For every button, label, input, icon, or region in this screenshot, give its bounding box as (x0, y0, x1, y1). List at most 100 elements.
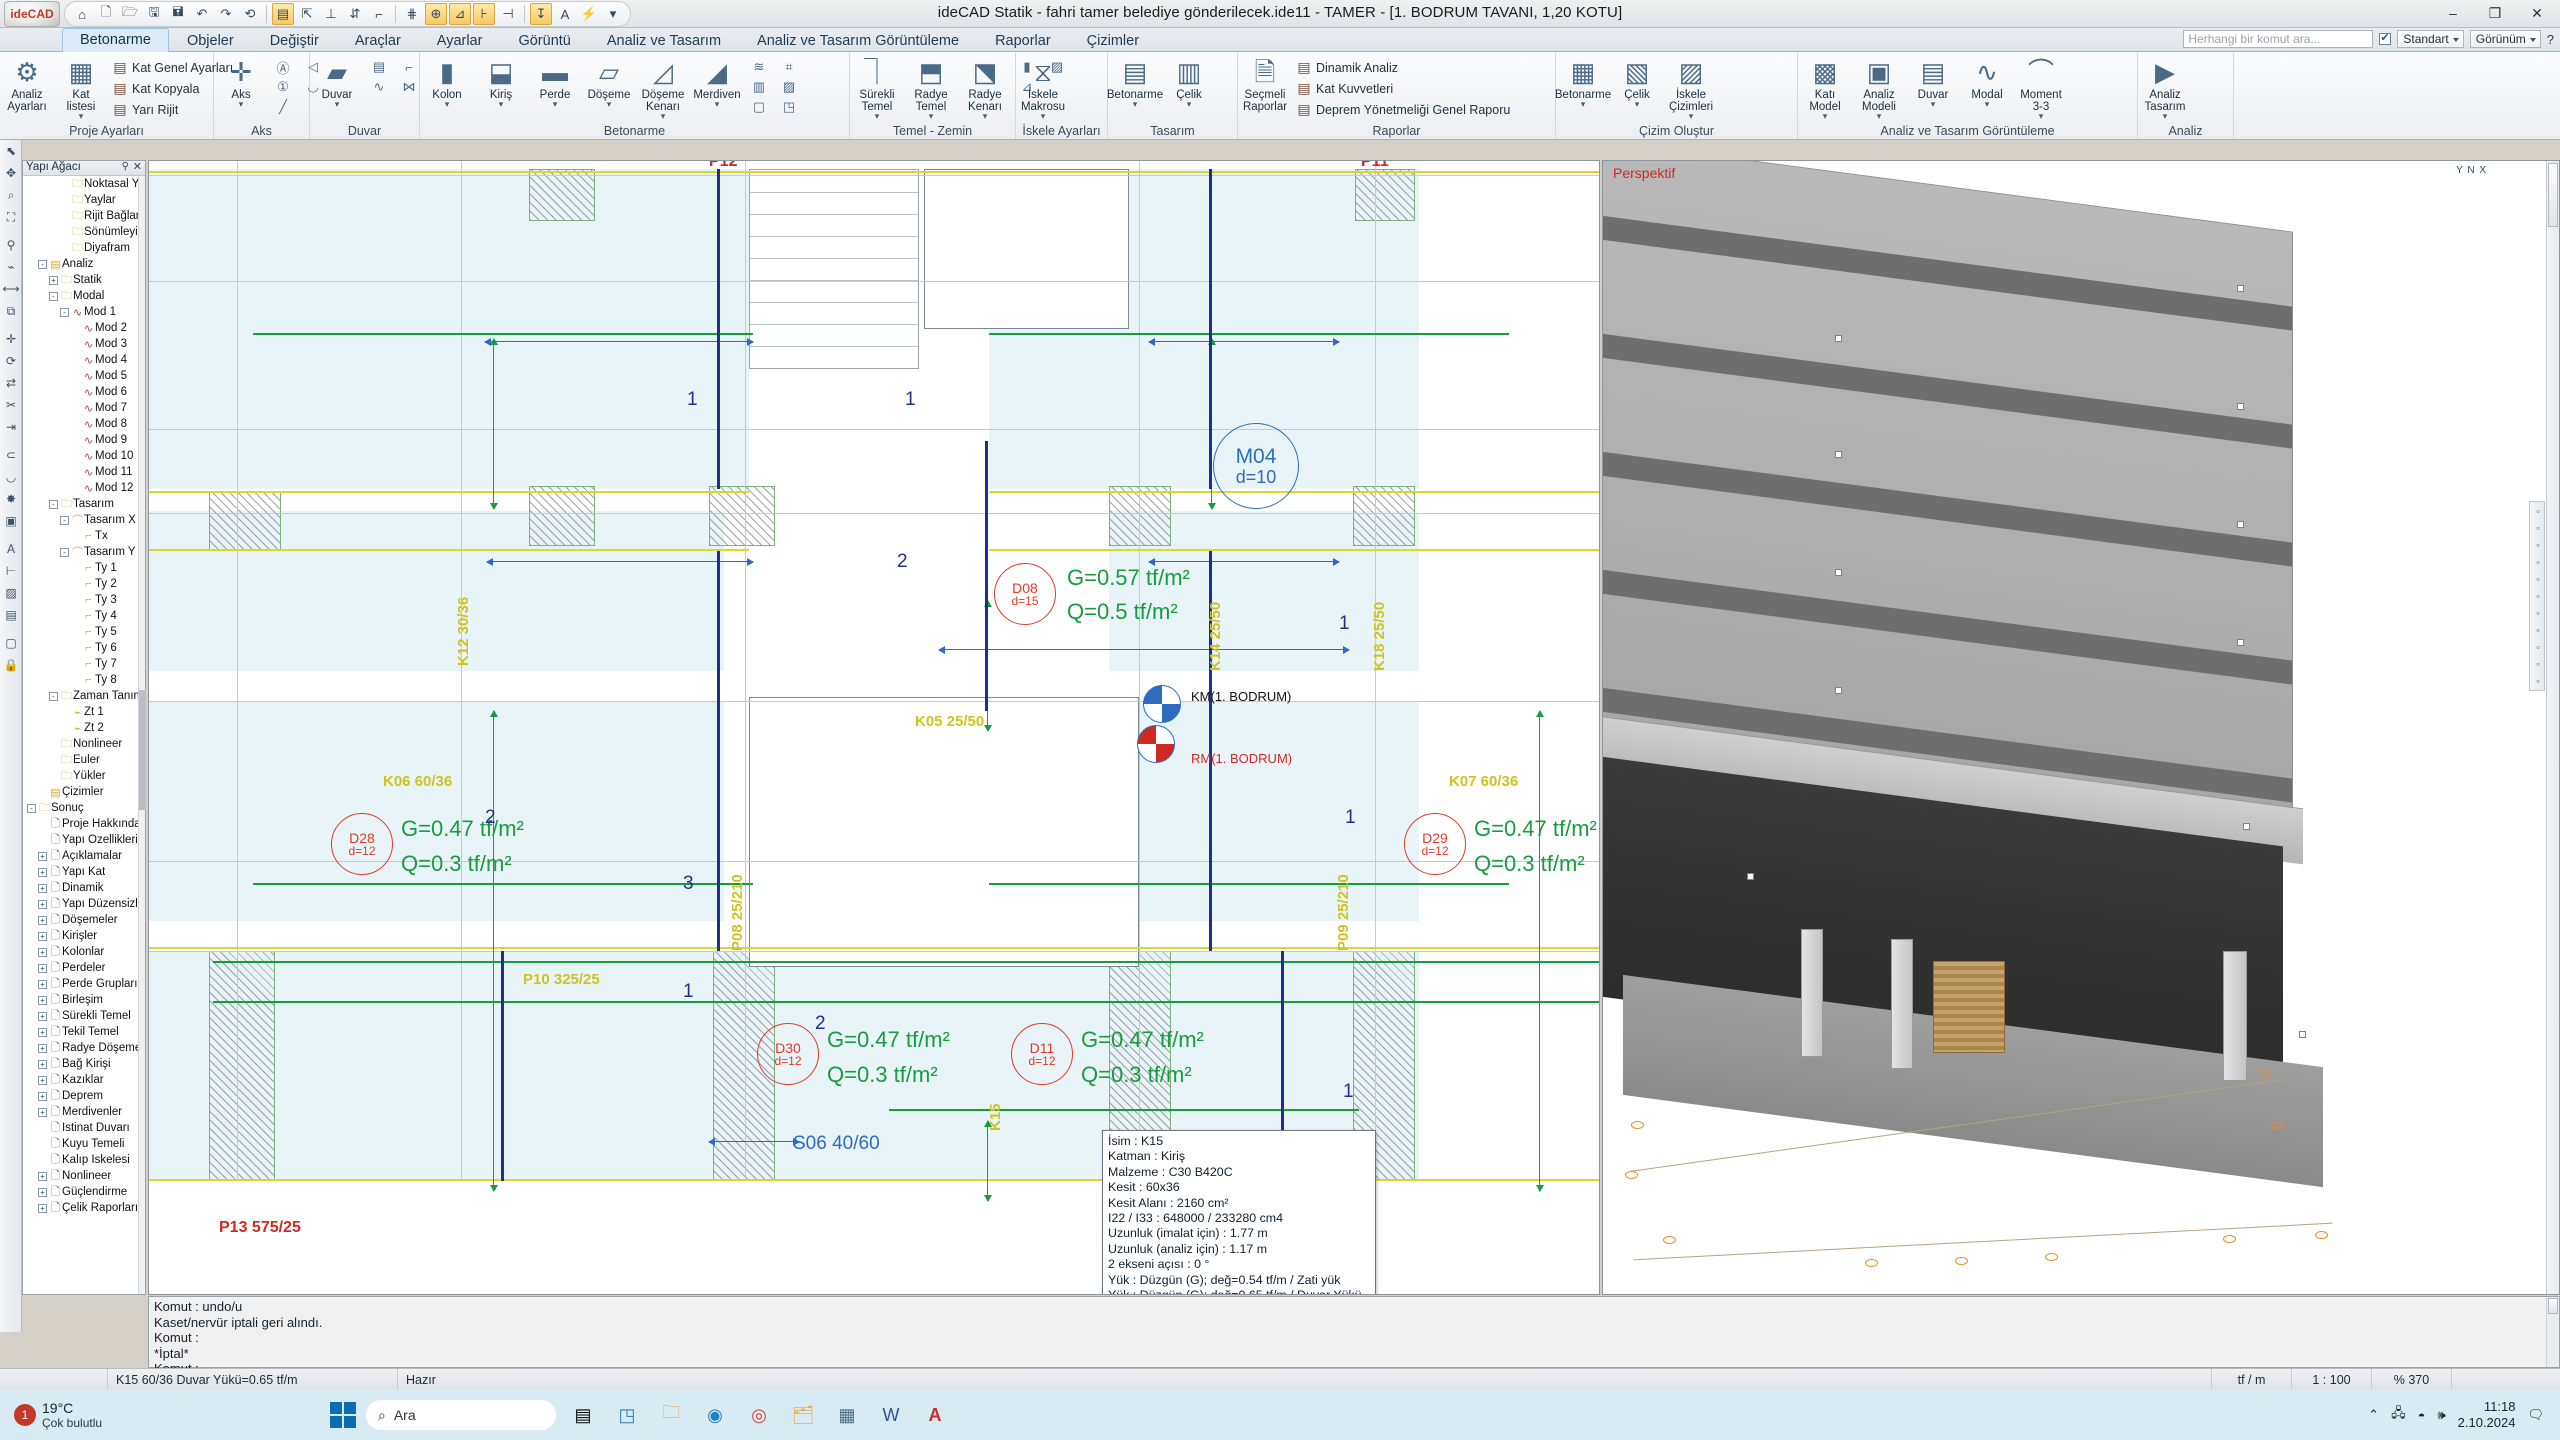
ribbon-small-button-kat-kuvvetleri[interactable]: ▤ Kat Kuvvetleri (1296, 78, 1510, 99)
tree-node[interactable]: ⌁ Zt 2 (23, 720, 138, 736)
tab-çizimler[interactable]: Çizimler (1069, 28, 1157, 52)
left-tool-palette[interactable]: ⬉ ✥ ⌕ ⛶ ⚲ ⌁ ⟷ ⧉ ✛ ⟳ ⇄ ✂ ⇥ ⊂ ◡ ✸ ▣ A ⊢ ▨ ▤ ▢ 🔒 (0, 140, 22, 1332)
chevron-up-icon[interactable]: ⌃ (2368, 1407, 2379, 1423)
tab-raporlar[interactable]: Raporlar (977, 28, 1069, 52)
dimension-icon[interactable]: ⊢ (0, 560, 22, 582)
wire-icon[interactable]: ▫ (2530, 587, 2546, 604)
trim-icon[interactable]: ✂ (0, 394, 22, 416)
ribbon-button-i-skele-makrosu[interactable]: ⧖ İskele Makrosu ▾ (1016, 55, 1070, 121)
tree-node[interactable]: + 🗋 Güçlendirme (23, 1184, 138, 1200)
tree-node[interactable]: ⌐ Ty 5 (23, 624, 138, 640)
tree-expander[interactable]: - (49, 691, 58, 701)
ribbon-button-perde[interactable]: ▬ Perde ▾ (528, 55, 582, 121)
tree-node[interactable]: + 🗋 Birleşim (23, 992, 138, 1008)
group-icon[interactable]: ▣ (0, 510, 22, 532)
ribbon-small-button-deprem-y-netmeli-i-genel-raporu[interactable]: ▤ Deprem Yönetmeliği Genel Raporu (1296, 99, 1510, 120)
calculator-icon[interactable]: ▦ (830, 1398, 864, 1432)
tree-expander[interactable]: + (38, 899, 47, 909)
close-button[interactable]: ✕ (2516, 0, 2558, 26)
tree-node[interactable]: ∿ Mod 6 (23, 384, 138, 400)
tree-expander[interactable]: + (38, 867, 47, 877)
taskbar-search[interactable]: ⌕ Ara (366, 1400, 556, 1430)
ribbon-button-betonarme[interactable]: ▦ Betonarme ▾ (1555, 55, 1611, 121)
tree-expander[interactable]: + (38, 1043, 47, 1053)
ribbon-button-kolon[interactable]: ▮ Kolon ▾ (420, 55, 474, 121)
workspace-select[interactable]: Standart (2397, 30, 2464, 48)
hash-icon[interactable]: ⌗ (774, 57, 804, 77)
tree-node[interactable]: ∿ Mod 12 (23, 480, 138, 496)
command-scrollbar[interactable] (2546, 1297, 2559, 1367)
tree-node[interactable]: + 🗋 Kolonlar (23, 944, 138, 960)
ribbon-button-d-eme-kenar-[interactable]: ◿ Döşeme Kenarı ▾ (636, 55, 690, 121)
tree-expander[interactable]: + (38, 1091, 47, 1101)
tree-node[interactable]: + 🗋 Açıklamalar (23, 848, 138, 864)
ribbon-button-aks[interactable]: ✛ Aks ▾ (214, 55, 268, 121)
tree-expander[interactable]: - (60, 515, 69, 525)
axis-number-icon[interactable]: ① (268, 77, 298, 97)
tree-node[interactable]: 🗋 Proje Hakkında (23, 816, 138, 832)
zoom-icon[interactable]: ▫ (2530, 536, 2546, 553)
home-icon[interactable]: ▫ (2530, 655, 2546, 672)
toggle-checkbox[interactable] (2379, 31, 2392, 45)
tree-node[interactable]: + 🗋 Deprem (23, 1088, 138, 1104)
tree-expander[interactable]: + (38, 1171, 47, 1181)
chevron-down-icon[interactable]: ▾ (875, 111, 880, 121)
ribbon-button-kat-listesi[interactable]: ▦ Kat listesi ▾ (54, 55, 108, 121)
windows-logo-icon[interactable] (330, 1402, 356, 1428)
perspective-scrollbar-thumb[interactable] (2548, 163, 2558, 227)
tree-node[interactable]: + 🗋 Tekil Temel (23, 1024, 138, 1040)
ribbon-button-merdiven[interactable]: ◢ Merdiven ▾ (690, 55, 744, 121)
command-search-input[interactable]: Herhangi bir komut ara... (2183, 30, 2374, 48)
tree-expander[interactable]: - (49, 291, 58, 301)
tree-node[interactable]: + 🗋 Döşemeler (23, 912, 138, 928)
match-prop-icon[interactable]: ⌁ (0, 256, 22, 278)
tree-expander[interactable]: + (38, 995, 47, 1005)
offset-icon[interactable]: ⊂ (0, 444, 22, 466)
command-scrollbar-thumb[interactable] (2548, 1298, 2558, 1314)
tree-expander[interactable]: + (38, 1203, 47, 1213)
move-icon[interactable]: ✛ (0, 328, 22, 350)
tree-node[interactable]: + 🗋 Kazıklar (23, 1072, 138, 1088)
tree-node[interactable]: ∿ Mod 4 (23, 352, 138, 368)
zoom-extents-icon[interactable]: ⛶ (0, 206, 22, 228)
tree-node[interactable]: ∿ Mod 10 (23, 448, 138, 464)
tree-expander[interactable]: + (38, 1011, 47, 1021)
chevron-down-icon[interactable]: ▾ (79, 111, 84, 121)
ribbon-tabs[interactable]: Betonarme Objeler Değiştir Araçlar Ayarlar Gö… (62, 28, 1157, 52)
tree-node[interactable]: 🗋 Kuyu Temeli (23, 1136, 138, 1152)
tree-expander[interactable]: + (38, 1107, 47, 1117)
ribbon-button-analiz-tasar-m[interactable]: ▶ Analiz Tasarım ▾ (2138, 55, 2192, 121)
volume-icon[interactable]: 🕪 (2437, 1407, 2445, 1423)
tree-node[interactable]: 🗋 Kalıp İskelesi (23, 1152, 138, 1168)
chevron-down-icon[interactable]: ▾ (445, 99, 450, 109)
acrobat-icon[interactable]: A (918, 1398, 952, 1432)
perspective-view[interactable]: Perspektif Y N X ▫ ▫ ▫ ▫ ▫ ▫ ▫ ▫ ▫ ▫ ▫ (1602, 160, 2560, 1295)
axis-circle-icon[interactable]: Ⓐ (268, 57, 298, 77)
ribbon-button-moment-3-3[interactable]: ⌒ Moment 3-3 ▾ (2014, 55, 2068, 121)
tree-node[interactable]: + 🗋 Çelik Raporları (23, 1200, 138, 1216)
tree-node[interactable]: - ⌒ Tasarım X (23, 512, 138, 528)
ribbon-button-modal[interactable]: ∿ Modal ▾ (1960, 55, 2014, 121)
chevron-down-icon[interactable]: ▾ (1041, 111, 1046, 121)
tree-node[interactable]: + 🗋 Dinamik (23, 880, 138, 896)
tree-node[interactable]: ⌁ Zt 1 (23, 704, 138, 720)
tree-node[interactable]: + 🗋 Kirişler (23, 928, 138, 944)
task-view-icon[interactable]: ▤ (566, 1398, 600, 1432)
tree-node[interactable]: ⌐ Tx (23, 528, 138, 544)
chevron-down-icon[interactable]: ▾ (1823, 111, 1828, 121)
block-icon[interactable]: ▢ (0, 632, 22, 654)
slab-hole-icon[interactable]: ▢ (744, 97, 774, 117)
select-icon[interactable]: ⬉ (0, 140, 22, 162)
notification-icon[interactable]: 🗨 (2527, 1407, 2544, 1423)
ribbon-button--elik[interactable]: ▥ Çelik ▾ (1162, 55, 1216, 121)
chevron-down-icon[interactable]: ▾ (1931, 99, 1936, 109)
chevron-down-icon[interactable]: ▾ (929, 111, 934, 121)
rebar-icon[interactable]: ≋ (744, 57, 774, 77)
copy-icon[interactable]: ⧉ (0, 300, 22, 322)
tree-expander[interactable]: + (38, 883, 47, 893)
view-cube[interactable]: Y N X (2456, 165, 2487, 176)
ribbon-button-duvar[interactable]: ▤ Duvar ▾ (1906, 55, 1960, 121)
tree-node[interactable]: ⌐ Ty 4 (23, 608, 138, 624)
chevron-down-icon[interactable]: ▾ (1985, 99, 1990, 109)
status-zoom[interactable]: % 370 (2372, 1368, 2452, 1391)
